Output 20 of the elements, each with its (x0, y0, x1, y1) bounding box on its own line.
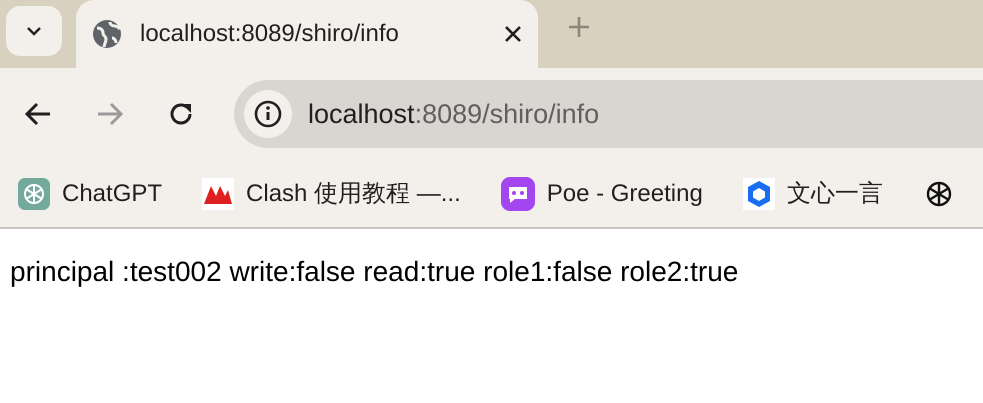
info-icon[interactable] (254, 100, 282, 128)
address-bar[interactable]: localhost:8089/shiro/info (234, 80, 983, 148)
chatgpt-logo-icon (18, 178, 50, 210)
bookmark-link[interactable]: ChatGPT (18, 176, 162, 212)
reload-icon[interactable] (168, 101, 194, 127)
url-path: :8089/shiro/info (414, 98, 600, 129)
cube-logo-icon (742, 178, 775, 210)
close-icon[interactable] (504, 25, 522, 43)
page-text: principal :test002 write:false read:true role1:false role2:true (9, 255, 740, 289)
tab-title: localhost:8089/shiro/info (140, 19, 400, 49)
browser-tab[interactable]: localhost:8089/shiro/info (76, 0, 538, 68)
robot-chat-icon (500, 176, 535, 210)
back-icon[interactable] (24, 102, 52, 126)
bookmark-link[interactable]: Poe - Greeting (500, 176, 703, 212)
bookmark-link[interactable]: 文心一言 (742, 176, 883, 212)
clash-logo-icon (202, 178, 234, 210)
chevron-down-icon (26, 26, 42, 36)
url-host: localhost (308, 98, 415, 129)
globe-icon (92, 19, 122, 49)
bookmark-link[interactable]: Clash 使用教程 —... (202, 176, 461, 212)
